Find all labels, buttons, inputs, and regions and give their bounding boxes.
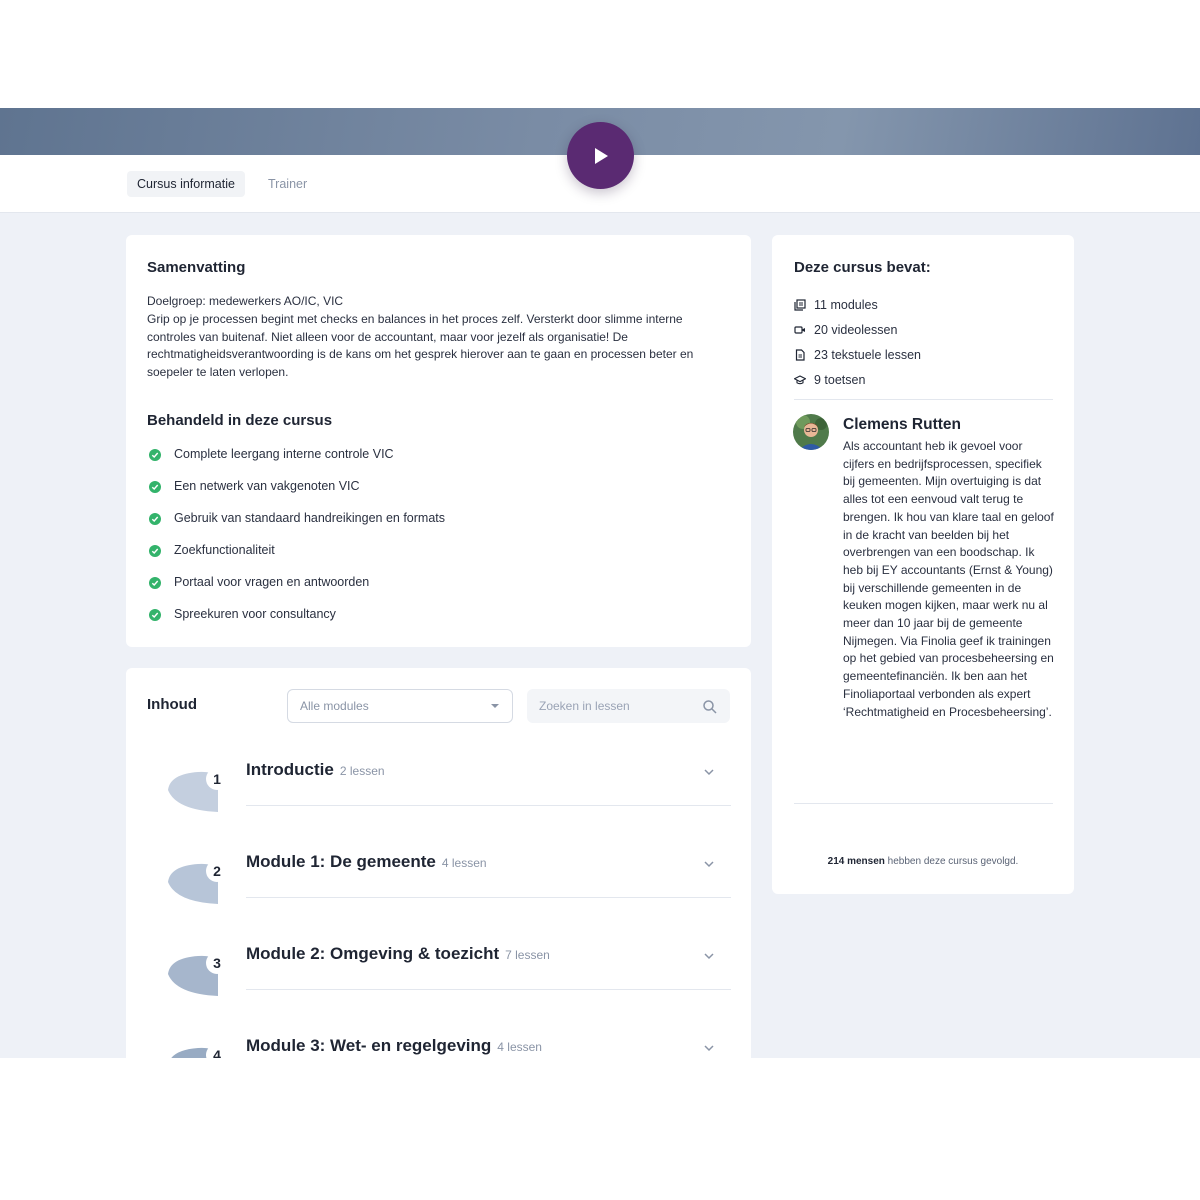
summary-card: Samenvatting Doelgroep: medewerkers AO/I… (126, 235, 751, 647)
list-item: Spreekuren voor consultancy (147, 607, 445, 639)
check-icon (149, 545, 161, 557)
divider (246, 989, 731, 990)
contents-card: Inhoud Alle modules 1 Introductie2 lesse… (126, 668, 751, 1058)
module-row[interactable]: 3 Module 2: Omgeving & toezicht 7 lessen (126, 944, 751, 1036)
page-viewport: Cursus informatie Trainer Samenvatting D… (0, 108, 1200, 1058)
followers-count: 214 mensen hebben deze cursus gevolgd. (772, 856, 1074, 867)
list-item: Portaal voor vragen en antwoorden (147, 575, 445, 607)
covered-title: Behandeld in deze cursus (147, 412, 333, 429)
divider (794, 399, 1053, 400)
divider (246, 897, 731, 898)
divider (794, 803, 1053, 804)
chevron-down-icon[interactable] (703, 952, 715, 960)
course-facts-title: Deze cursus bevat: (794, 259, 931, 276)
contents-title: Inhoud (147, 696, 197, 713)
play-icon (594, 147, 608, 164)
graduation-cap-icon (794, 374, 806, 384)
module-title: Module 3: Wet- en regelgeving 4 lessen (246, 1036, 542, 1055)
module-lesson-count: 7 lessen (505, 948, 550, 962)
followers-suffix: hebben deze cursus gevolgd. (884, 856, 1019, 867)
module-lesson-count: 4 lessen (441, 856, 487, 870)
caret-down-icon (491, 704, 499, 708)
search-icon[interactable] (702, 699, 718, 715)
course-facts-card: Deze cursus bevat: 11 modules 20 videole… (772, 235, 1074, 894)
module-number: 1 (206, 768, 228, 790)
chevron-down-icon[interactable] (703, 1044, 715, 1052)
module-title: Module 1: De gemeente 4 lessen (246, 852, 487, 871)
covered-item-label: Portaal voor vragen en antwoorden (174, 575, 370, 589)
covered-item-label: Gebruik van standaard handreikingen en f… (174, 511, 445, 525)
module-row[interactable]: 2 Module 1: De gemeente 4 lessen (126, 852, 751, 944)
trainer-avatar (793, 414, 829, 450)
course-fact-label: 9 toetsen (814, 372, 866, 387)
document-icon (795, 348, 805, 361)
check-icon (149, 481, 161, 493)
followers-number: 214 mensen (827, 856, 885, 867)
list-item: 9 toetsen (794, 367, 921, 392)
divider (246, 805, 731, 806)
tab-course-info[interactable]: Cursus informatie (127, 171, 245, 197)
module-lesson-count: 2 lessen (339, 764, 385, 778)
covered-list: Complete leergang interne controle VIC E… (147, 447, 445, 639)
trainer-bio: Als accountant heb ik gevoel voor cijfer… (843, 439, 1054, 719)
summary-audience: Doelgroep: medewerkers AO/IC, VIC (147, 294, 344, 308)
covered-item-label: Spreekuren voor consultancy (174, 607, 336, 621)
lesson-search-input[interactable] (527, 689, 730, 723)
tab-trainer[interactable]: Trainer (258, 171, 317, 197)
module-number: 2 (206, 860, 228, 882)
course-fact-label: 23 tekstuele lessen (814, 347, 922, 362)
list-item: Een netwerk van vakgenoten VIC (147, 479, 445, 511)
list-item: Zoekfunctionaliteit (147, 543, 445, 575)
list-item: 11 modules (794, 292, 921, 317)
module-number: 4 (206, 1044, 228, 1058)
summary-text: Doelgroep: medewerkers AO/IC, VIC Grip o… (147, 293, 732, 382)
check-icon (149, 449, 161, 461)
play-video-button[interactable] (567, 122, 634, 189)
course-fact-label: 20 videolessen (814, 322, 898, 337)
module-number: 3 (206, 952, 228, 974)
check-icon (149, 577, 161, 589)
module-lesson-count: 4 lessen (497, 1040, 542, 1054)
module-filter-select[interactable]: Alle modules (287, 689, 513, 723)
course-facts-list: 11 modules 20 videolessen 23 tekstuele l… (794, 292, 921, 392)
check-icon (149, 609, 161, 621)
module-filter-value: Alle modules (300, 699, 369, 713)
summary-description: Grip op je processen begint met checks e… (147, 311, 694, 380)
trainer-name: Clemens Rutten (843, 416, 961, 433)
module-row[interactable]: 1 Introductie 2 lessen (126, 760, 751, 852)
covered-item-label: Een netwerk van vakgenoten VIC (174, 479, 360, 493)
check-icon (149, 513, 161, 525)
list-item: Complete leergang interne controle VIC (147, 447, 445, 479)
chevron-down-icon[interactable] (703, 768, 715, 776)
modules-icon (794, 298, 806, 311)
covered-item-label: Zoekfunctionaliteit (174, 543, 275, 557)
list-item: 20 videolessen (794, 317, 921, 342)
chevron-down-icon[interactable] (703, 860, 715, 868)
list-item: 23 tekstuele lessen (794, 342, 921, 367)
summary-title: Samenvatting (147, 259, 246, 276)
video-icon (794, 325, 805, 334)
covered-item-label: Complete leergang interne controle VIC (174, 447, 394, 461)
module-row[interactable]: 4 Module 3: Wet- en regelgeving 4 lessen (126, 1036, 751, 1058)
module-title: Introductie 2 lessen (246, 760, 385, 779)
list-item: Gebruik van standaard handreikingen en f… (147, 511, 445, 543)
course-fact-label: 11 modules (814, 297, 878, 312)
module-title: Module 2: Omgeving & toezicht 7 lessen (246, 944, 550, 963)
